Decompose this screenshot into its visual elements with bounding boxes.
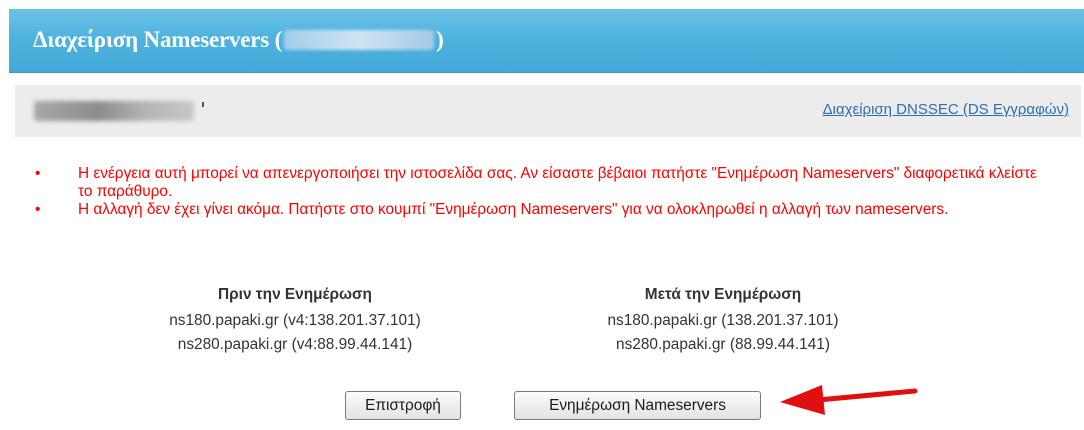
after-nameserver-2: ns280.papaki.gr (88.99.44.141)	[616, 336, 830, 353]
red-arrow-icon	[780, 385, 918, 415]
dnssec-management-link[interactable]: Διαχείριση DNSSEC (DS Εγγραφών)	[823, 101, 1069, 118]
warning-item: Η αλλαγή δεν έχει γίνει ακόμα. Πατήστε σ…	[35, 201, 1055, 219]
after-nameserver-1: ns180.papaki.gr (138.201.37.101)	[607, 312, 839, 329]
after-heading: Μετά την Ενημέρωση	[644, 286, 802, 303]
before-nameserver-2: ns280.papaki.gr (v4:88.99.44.141)	[177, 336, 413, 353]
before-heading: Πριν την Ενημέρωση	[218, 286, 372, 303]
domain-name-fragment	[202, 102, 204, 107]
nameservers-after: Μετά την Ενημέρωση ns180.papaki.gr (138.…	[578, 286, 868, 357]
nameservers-dialog: Διαχείριση Nameservers () Διαχείριση DNS…	[0, 0, 1084, 430]
back-button[interactable]: Επιστροφή	[345, 391, 461, 420]
dialog-header: Διαχείριση Nameservers ()	[9, 9, 1084, 73]
update-nameservers-button[interactable]: Ενημέρωση Nameservers	[514, 391, 761, 420]
dialog-title: Διαχείριση Nameservers ()	[33, 27, 444, 53]
nameservers-before: Πριν την Ενημέρωση ns180.papaki.gr (v4:1…	[139, 286, 451, 357]
warning-item: Η ενέργεια αυτή μπορεί να απενεργοποιήσε…	[35, 165, 1055, 201]
warning-list: Η ενέργεια αυτή μπορεί να απενεργοποιήσε…	[35, 165, 1055, 219]
before-nameserver-1: ns180.papaki.gr (v4:138.201.37.101)	[169, 312, 421, 329]
dialog-title-suffix: )	[436, 27, 444, 52]
dialog-title-prefix: Διαχείριση Nameservers (	[33, 27, 283, 52]
redacted-domain	[284, 30, 435, 50]
redacted-domain-name	[34, 101, 194, 121]
domain-bar: Διαχείριση DNSSEC (DS Εγγραφών)	[15, 85, 1081, 137]
